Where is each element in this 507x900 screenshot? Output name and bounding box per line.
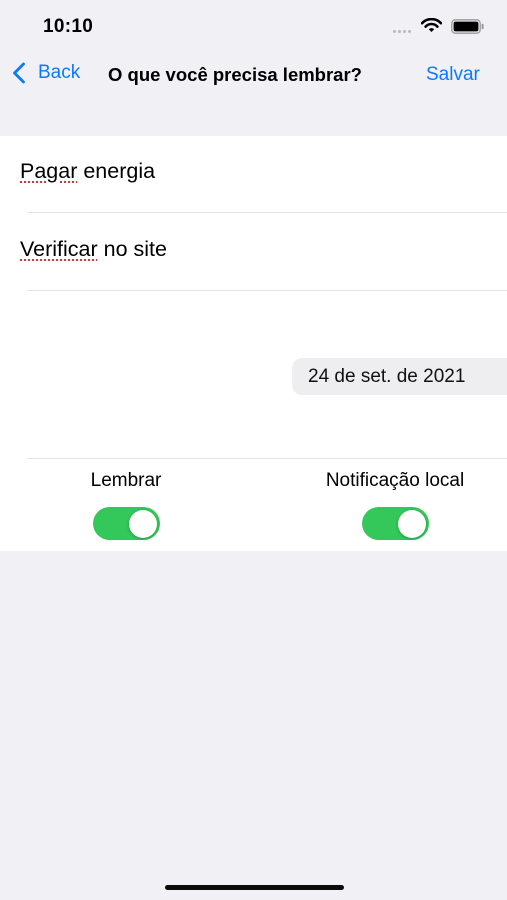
note-field-rest: no site xyxy=(97,237,167,261)
notificacao-local-switch[interactable] xyxy=(361,507,429,540)
title-field-rest: energia xyxy=(77,159,156,183)
home-indicator xyxy=(165,885,344,890)
save-button[interactable]: Salvar xyxy=(426,64,480,86)
battery-icon xyxy=(451,19,484,34)
lembrar-switch[interactable] xyxy=(92,507,160,540)
toggle-group-lembrar: Lembrar xyxy=(26,470,226,540)
wifi-icon xyxy=(421,18,442,32)
status-time: 10:10 xyxy=(43,16,94,37)
back-label: Back xyxy=(38,62,81,83)
date-picker-button[interactable]: 24 de set. de 2021 xyxy=(292,358,507,395)
back-button[interactable]: Back xyxy=(12,62,80,84)
form-panel: Pagar energia Verificar no site 24 de se… xyxy=(0,136,507,551)
note-field[interactable]: Verificar no site xyxy=(20,237,167,262)
status-bar: 10:10 xyxy=(0,0,507,54)
title-field[interactable]: Pagar energia xyxy=(20,159,155,184)
divider xyxy=(27,212,507,213)
note-field-misspelled-word: Verificar xyxy=(20,237,98,261)
page-title: O que você precisa lembrar? xyxy=(108,64,362,85)
title-field-misspelled-word: Pagar xyxy=(20,159,78,183)
toggle-group-notificacao-local: Notificação local xyxy=(295,470,495,540)
navigation-bar: Back O que você precisa lembrar? Salvar xyxy=(0,54,507,98)
switch-knob xyxy=(397,509,426,538)
toggle-label-notificacao-local: Notificação local xyxy=(325,470,465,491)
toggle-label-lembrar: Lembrar xyxy=(90,470,162,491)
signal-dots-icon xyxy=(393,30,415,34)
divider xyxy=(27,290,507,291)
chevron-left-icon xyxy=(13,62,25,84)
switch-knob xyxy=(128,509,157,538)
divider xyxy=(27,458,507,459)
